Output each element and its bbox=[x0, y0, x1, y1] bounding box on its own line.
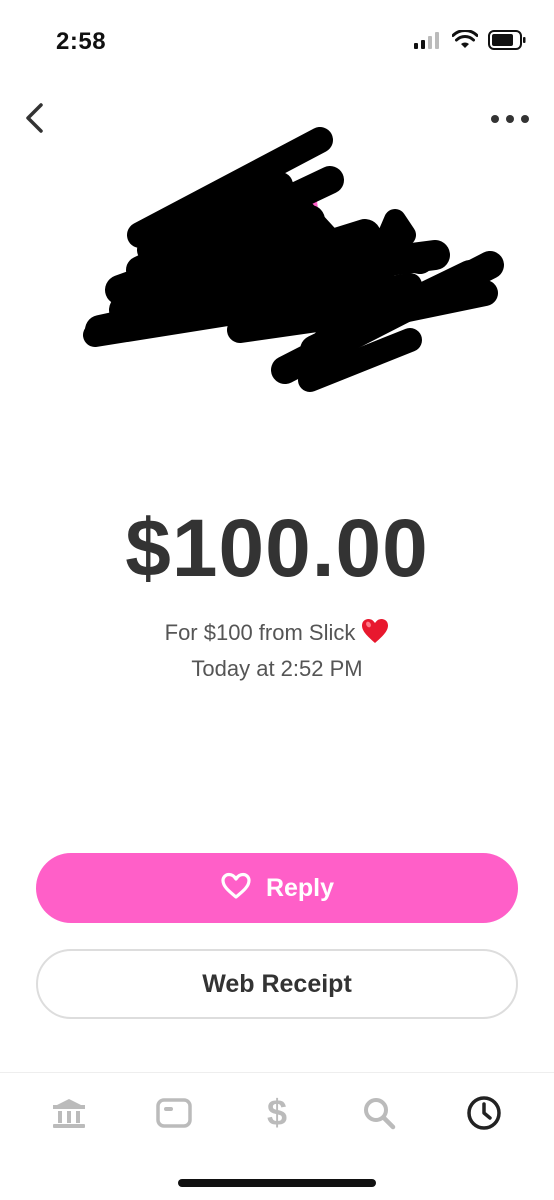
dollar-icon: $ bbox=[263, 1092, 291, 1137]
wifi-icon bbox=[451, 29, 479, 55]
payment-note-text: For $100 from Slick bbox=[164, 620, 356, 645]
status-bar: 2:58 bbox=[0, 0, 554, 88]
tab-search[interactable] bbox=[357, 1093, 401, 1137]
reply-button[interactable]: Reply bbox=[36, 853, 518, 923]
search-icon bbox=[362, 1096, 396, 1135]
tab-banking[interactable] bbox=[47, 1093, 91, 1137]
payment-timestamp: Today at 2:52 PM bbox=[191, 656, 363, 681]
clock-icon bbox=[466, 1095, 502, 1136]
payment-amount: $100.00 bbox=[125, 503, 429, 594]
payment-note: For $100 from Slick bbox=[0, 618, 554, 650]
card-icon bbox=[156, 1097, 192, 1133]
battery-icon bbox=[488, 30, 526, 55]
status-time: 2:58 bbox=[56, 28, 107, 55]
web-receipt-button-label: Web Receipt bbox=[202, 969, 352, 998]
signal-icon bbox=[414, 31, 442, 54]
web-receipt-button[interactable]: Web Receipt bbox=[36, 949, 518, 1019]
heart-outline-icon bbox=[220, 872, 252, 905]
status-icons bbox=[414, 29, 526, 55]
tab-activity[interactable] bbox=[462, 1093, 506, 1137]
tab-card[interactable] bbox=[152, 1093, 196, 1137]
back-button[interactable] bbox=[14, 100, 54, 140]
payment-detail-screen: 2:58 $100.00 For $100 from Slick Today a… bbox=[0, 0, 554, 1200]
bank-icon bbox=[51, 1097, 87, 1134]
heart-emoji-icon bbox=[361, 618, 389, 650]
svg-text:$: $ bbox=[267, 1094, 287, 1132]
home-indicator[interactable] bbox=[178, 1179, 376, 1187]
tab-pay[interactable]: $ bbox=[255, 1092, 299, 1137]
sender-avatar-redacted bbox=[80, 125, 505, 400]
reply-button-label: Reply bbox=[265, 873, 335, 902]
chevron-left-icon bbox=[23, 102, 45, 139]
